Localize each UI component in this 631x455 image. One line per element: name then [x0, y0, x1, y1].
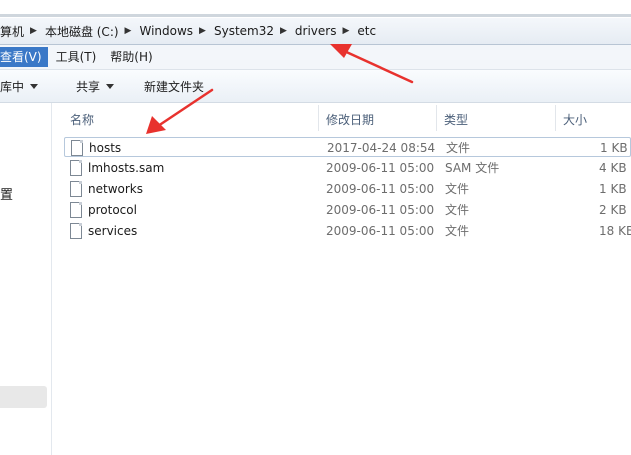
file-name: lmhosts.sam — [88, 161, 165, 175]
file-row-hosts[interactable]: hosts 2017-04-24 08:54 文件 1 KB — [64, 137, 631, 157]
menu-bar: 查看(V) 工具(T) 帮助(H) — [0, 45, 631, 70]
file-name: networks — [88, 182, 143, 196]
command-toolbar: 库中 共享 新建文件夹 — [0, 70, 631, 103]
file-row-lmhosts[interactable]: lmhosts.sam 2009-06-11 05:00 SAM 文件 4 KB — [64, 158, 631, 178]
navigation-pane[interactable]: 置 — [0, 103, 52, 455]
menu-help[interactable]: 帮助(H) — [104, 47, 158, 67]
caret-down-icon — [106, 83, 115, 89]
nav-item-label[interactable]: 置 — [0, 184, 13, 203]
file-type: 文件 — [445, 224, 470, 238]
breadcrumb: 算机 ▶ 本地磁盘 (C:) ▶ Windows ▶ System32 ▶ dr… — [0, 18, 376, 44]
file-size: 4 KB — [599, 161, 627, 175]
library-label: 库中 — [0, 79, 25, 94]
file-type: SAM 文件 — [445, 161, 500, 175]
share-label: 共享 — [76, 79, 101, 94]
file-icon — [70, 160, 82, 176]
menu-view[interactable]: 查看(V) — [0, 47, 48, 67]
file-size: 18 KB — [599, 224, 631, 238]
file-name: services — [88, 224, 138, 238]
chevron-right-icon[interactable]: ▶ — [342, 26, 349, 36]
crumb-etc[interactable]: etc — [357, 24, 376, 38]
chevron-right-icon[interactable]: ▶ — [125, 26, 132, 36]
crumb-local-disk[interactable]: 本地磁盘 (C:) — [45, 23, 119, 40]
crumb-system32[interactable]: System32 — [214, 24, 274, 38]
file-icon — [71, 140, 83, 156]
file-size: 1 KB — [600, 141, 628, 155]
file-date: 2009-06-11 05:00 — [326, 161, 435, 175]
file-size: 2 KB — [599, 203, 627, 217]
file-list: 名称 修改日期 类型 大小 hosts 2017-04-24 08:54 文件 … — [52, 103, 631, 455]
include-in-library-button[interactable]: 库中 — [0, 78, 48, 95]
column-header-size[interactable]: 大小 — [555, 109, 587, 131]
file-row-services[interactable]: services 2009-06-11 05:00 文件 18 KB — [64, 221, 631, 241]
chevron-right-icon[interactable]: ▶ — [199, 26, 206, 36]
column-header-type[interactable]: 类型 — [436, 109, 468, 131]
file-date: 2017-04-24 08:54 — [327, 141, 436, 155]
address-bar[interactable]: 算机 ▶ 本地磁盘 (C:) ▶ Windows ▶ System32 ▶ dr… — [0, 18, 631, 45]
file-row-networks[interactable]: networks 2009-06-11 05:00 文件 1 KB — [64, 179, 631, 199]
crumb-computer[interactable]: 算机 — [0, 23, 24, 40]
file-name: hosts — [89, 141, 122, 155]
share-button[interactable]: 共享 — [66, 78, 124, 95]
menu-tools[interactable]: 工具(T) — [50, 47, 103, 67]
file-type: 文件 — [445, 182, 470, 196]
file-row-protocol[interactable]: protocol 2009-06-11 05:00 文件 2 KB — [64, 200, 631, 220]
file-date: 2009-06-11 05:00 — [326, 182, 435, 196]
column-header-name[interactable]: 名称 — [62, 109, 94, 131]
file-name: protocol — [88, 203, 137, 217]
chevron-right-icon[interactable]: ▶ — [30, 26, 37, 36]
file-icon — [70, 181, 82, 197]
file-type: 文件 — [446, 141, 471, 155]
window-top-edge — [0, 0, 631, 18]
file-type: 文件 — [445, 203, 470, 217]
column-header-date[interactable]: 修改日期 — [318, 109, 374, 131]
file-icon — [70, 223, 82, 239]
new-folder-button[interactable]: 新建文件夹 — [134, 78, 214, 95]
chevron-right-icon[interactable]: ▶ — [280, 26, 287, 36]
nav-scrollbar-thumb[interactable] — [0, 386, 47, 408]
file-date: 2009-06-11 05:00 — [326, 203, 435, 217]
crumb-drivers[interactable]: drivers — [295, 24, 337, 38]
file-icon — [70, 202, 82, 218]
file-size: 1 KB — [599, 182, 627, 196]
caret-down-icon — [30, 83, 39, 89]
crumb-windows[interactable]: Windows — [139, 24, 193, 38]
file-date: 2009-06-11 05:00 — [326, 224, 435, 238]
